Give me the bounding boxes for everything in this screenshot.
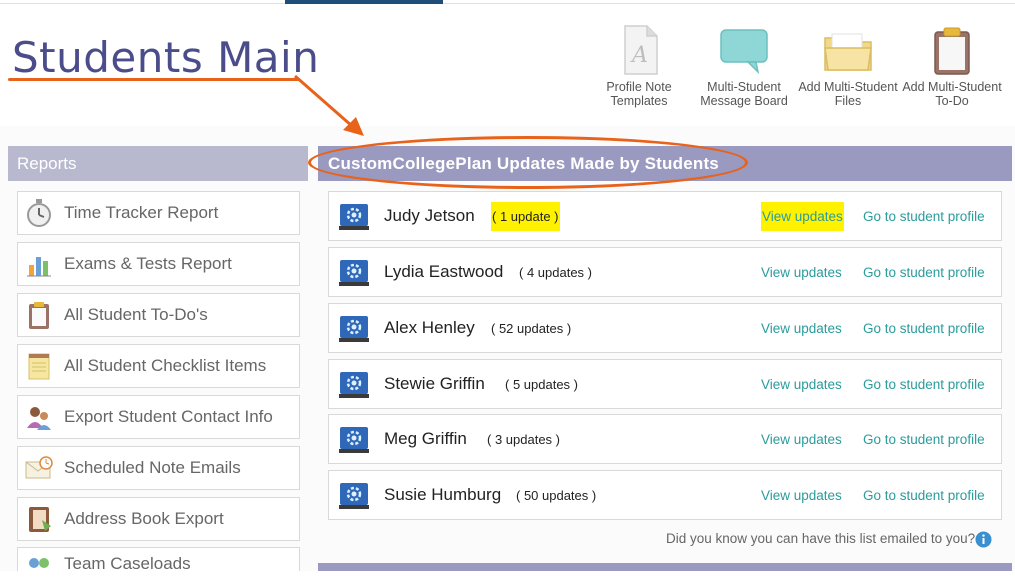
update-count: ( 3 updates ) bbox=[487, 432, 560, 447]
bar-chart-icon bbox=[27, 257, 51, 277]
student-update-row: Stewie Griffin ( 5 updates ) View update… bbox=[328, 359, 1002, 409]
report-label: All Student To-Do's bbox=[64, 305, 208, 324]
student-name: Susie Humburg bbox=[384, 485, 502, 504]
all-student-todos-link[interactable]: All Student To-Do's bbox=[17, 293, 300, 337]
scheduled-note-emails-link[interactable]: Scheduled Note Emails bbox=[17, 446, 300, 490]
time-tracker-report-link[interactable]: Time Tracker Report bbox=[17, 191, 300, 235]
update-count: ( 5 updates ) bbox=[505, 377, 578, 392]
go-to-student-profile-link[interactable]: Go to student profile bbox=[863, 321, 985, 336]
student-update-row: Susie Humburg ( 50 updates ) View update… bbox=[328, 470, 1002, 520]
student-gear-icon bbox=[339, 204, 369, 230]
go-to-student-profile-link[interactable]: Go to student profile bbox=[863, 265, 985, 280]
report-label: Export Student Contact Info bbox=[64, 407, 273, 426]
student-name: Judy Jetson bbox=[384, 206, 475, 225]
updates-heading: CustomCollegePlan Updates Made by Studen… bbox=[318, 146, 1012, 181]
title-annotation-underline bbox=[8, 78, 300, 81]
page-title: Students Main bbox=[12, 33, 320, 82]
view-updates-link[interactable]: View updates bbox=[761, 432, 842, 447]
add-files-label: Add Multi-Student Files bbox=[798, 80, 898, 108]
folder-icon bbox=[824, 33, 872, 71]
student-update-row: Alex Henley ( 52 updates ) View updates … bbox=[328, 303, 1002, 353]
go-to-student-profile-link[interactable]: Go to student profile bbox=[863, 488, 985, 503]
message-board-label: Multi-Student Message Board bbox=[700, 80, 788, 108]
report-label: Address Book Export bbox=[64, 509, 224, 528]
address-book-icon bbox=[29, 507, 51, 532]
student-name: Lydia Eastwood bbox=[384, 262, 504, 281]
student-gear-icon bbox=[339, 260, 369, 286]
update-count: ( 4 updates ) bbox=[519, 265, 592, 280]
clipboard-icon bbox=[29, 302, 49, 329]
go-to-student-profile-link[interactable]: Go to student profile bbox=[863, 209, 985, 224]
team-icon bbox=[29, 558, 49, 568]
svg-text:A: A bbox=[630, 43, 648, 68]
student-update-row: Meg Griffin ( 3 updates ) View updates G… bbox=[328, 414, 1002, 464]
report-label: Team Caseloads bbox=[64, 554, 191, 573]
page-header: Students Main A Profile Note Templates M… bbox=[0, 4, 1015, 126]
go-to-student-profile-link[interactable]: Go to student profile bbox=[863, 377, 985, 392]
next-section-bar bbox=[318, 563, 1012, 571]
address-book-export-link[interactable]: Address Book Export bbox=[17, 497, 300, 541]
report-label: All Student Checklist Items bbox=[64, 356, 267, 375]
profile-note-templates-button[interactable]: A Profile Note Templates bbox=[587, 24, 691, 108]
all-student-checklist-link[interactable]: All Student Checklist Items bbox=[17, 344, 300, 388]
view-updates-link[interactable]: View updates bbox=[761, 265, 842, 280]
go-to-student-profile-link[interactable]: Go to student profile bbox=[863, 432, 985, 447]
speech-bubble-icon bbox=[720, 29, 768, 75]
email-list-hint: Did you know you can have this list emai… bbox=[666, 531, 976, 546]
exams-tests-report-link[interactable]: Exams & Tests Report bbox=[17, 242, 300, 286]
student-name: Alex Henley bbox=[384, 318, 475, 337]
update-count: ( 52 updates ) bbox=[491, 321, 572, 336]
add-files-button[interactable]: Add Multi-Student Files bbox=[796, 24, 900, 108]
clock-envelope-icon bbox=[25, 456, 53, 479]
document-a-icon: A bbox=[624, 25, 658, 75]
student-gear-icon bbox=[339, 316, 369, 342]
update-count: ( 50 updates ) bbox=[516, 488, 597, 503]
info-icon[interactable] bbox=[975, 531, 992, 548]
student-name: Stewie Griffin bbox=[384, 374, 485, 393]
clipboard-icon bbox=[934, 27, 970, 75]
student-update-row: Judy Jetson ( 1 update ) View updates Go… bbox=[328, 191, 1002, 241]
student-name: Meg Griffin bbox=[384, 429, 467, 448]
reports-heading: Reports bbox=[8, 146, 308, 181]
add-todo-label: Add Multi-Student To-Do bbox=[902, 80, 1002, 108]
contacts-icon bbox=[27, 407, 51, 430]
student-gear-icon bbox=[339, 372, 369, 398]
notepad-icon bbox=[28, 353, 50, 380]
view-updates-link[interactable]: View updates bbox=[761, 377, 842, 392]
profile-note-templates-label: Profile Note Templates bbox=[606, 80, 672, 108]
export-contact-info-link[interactable]: Export Student Contact Info bbox=[17, 395, 300, 439]
view-updates-link[interactable]: View updates bbox=[761, 202, 844, 231]
message-board-button[interactable]: Multi-Student Message Board bbox=[692, 24, 796, 108]
report-label: Exams & Tests Report bbox=[64, 254, 232, 273]
view-updates-link[interactable]: View updates bbox=[761, 488, 842, 503]
report-label: Scheduled Note Emails bbox=[64, 458, 241, 477]
team-caseloads-link[interactable]: Team Caseloads bbox=[17, 547, 300, 573]
student-gear-icon bbox=[339, 483, 369, 509]
student-update-row: Lydia Eastwood ( 4 updates ) View update… bbox=[328, 247, 1002, 297]
view-updates-link[interactable]: View updates bbox=[761, 321, 842, 336]
add-todo-button[interactable]: Add Multi-Student To-Do bbox=[900, 24, 1004, 108]
update-count: ( 1 update ) bbox=[491, 202, 560, 231]
stopwatch-icon bbox=[27, 199, 51, 227]
report-label: Time Tracker Report bbox=[64, 203, 219, 222]
student-gear-icon bbox=[339, 427, 369, 453]
